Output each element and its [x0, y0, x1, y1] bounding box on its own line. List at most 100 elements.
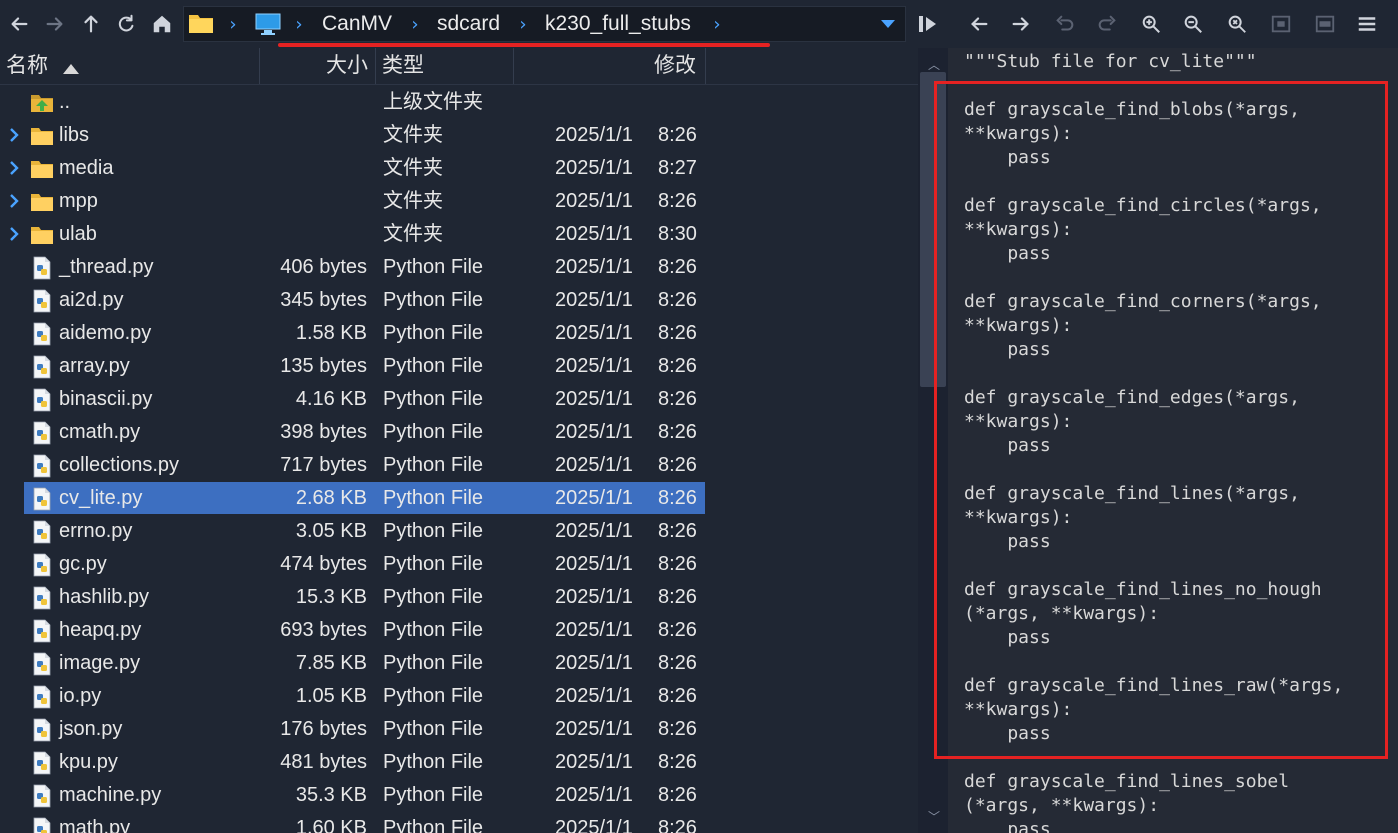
file-row[interactable]: array.py 135 bytes Python File 2025/1/1 8:26 — [0, 350, 918, 383]
folder-row[interactable]: libs 文件夹 2025/1/1 8:26 — [0, 119, 918, 152]
chevron-right-icon[interactable] — [6, 193, 22, 209]
folder-row[interactable]: ulab 文件夹 2025/1/1 8:30 — [0, 218, 918, 251]
column-modified[interactable]: 修改 — [654, 48, 696, 84]
file-row[interactable]: aidemo.py 1.58 KB Python File 2025/1/1 8:26 — [0, 317, 918, 350]
file-row[interactable]: json.py 176 bytes Python File 2025/1/1 8:26 — [0, 713, 918, 746]
file-row[interactable]: io.py 1.05 KB Python File 2025/1/1 8:26 — [0, 680, 918, 713]
file-size: 717 bytes — [280, 454, 367, 476]
modified-date: 2025/1/1 — [555, 520, 633, 542]
breadcrumb-item-k230-full-stubs[interactable]: k230_full_stubs — [545, 7, 691, 41]
file-row[interactable]: collections.py 717 bytes Python File 2025/1… — [0, 449, 918, 482]
up-icon[interactable] — [76, 8, 106, 40]
column-name[interactable]: 名称 — [6, 48, 48, 84]
sort-ascending-icon[interactable] — [63, 59, 79, 78]
zoom-reset-icon[interactable] — [1222, 10, 1252, 38]
redo-icon[interactable] — [1092, 10, 1122, 38]
folder-row[interactable]: media 文件夹 2025/1/1 8:27 — [0, 152, 918, 185]
folder-icon — [188, 12, 214, 34]
chevron-right-icon[interactable]: › — [224, 7, 242, 41]
chevron-right-icon[interactable]: › — [406, 7, 424, 41]
file-name: media — [59, 157, 114, 179]
toggle-preview-pane-icon[interactable] — [914, 8, 942, 40]
file-row[interactable]: errno.py 3.05 KB Python File 2025/1/1 8:26 — [0, 515, 918, 548]
file-row[interactable]: _thread.py 406 bytes Python File 2025/1/1 8:… — [0, 251, 918, 284]
modified-date: 2025/1/1 — [555, 817, 633, 833]
fit-page-icon[interactable] — [1266, 10, 1296, 38]
scroll-up-icon[interactable]: ︿ — [926, 56, 942, 72]
file-name: hashlib.py — [59, 586, 150, 608]
file-name: errno.py — [59, 520, 133, 542]
file-name: mpp — [59, 190, 98, 212]
scroll-down-icon[interactable]: ﹀ — [926, 808, 942, 824]
file-list: .. 上级文件夹 libs 文件夹 2025/1/1 8:26 media 文件夹 2025/1… — [0, 86, 918, 833]
home-icon[interactable] — [147, 8, 177, 40]
next-icon[interactable] — [1006, 10, 1036, 38]
file-type: Python File — [383, 355, 484, 377]
modified-time: 8:30 — [658, 223, 697, 245]
file-name: io.py — [59, 685, 102, 707]
column-type[interactable]: 类型 — [382, 48, 424, 84]
address-dropdown-icon[interactable] — [876, 7, 900, 41]
file-name: .. — [59, 91, 71, 113]
zoom-in-icon[interactable] — [1136, 10, 1166, 38]
computer-icon[interactable] — [254, 12, 282, 36]
file-row[interactable]: binascii.py 4.16 KB Python File 2025/1/1 8:2… — [0, 383, 918, 416]
chevron-right-icon[interactable]: › — [514, 7, 532, 41]
modified-date: 2025/1/1 — [555, 652, 633, 674]
column-size[interactable]: 大小 — [326, 48, 368, 84]
file-size: 2.68 KB — [295, 487, 367, 509]
file-name: _thread.py — [59, 256, 154, 278]
menu-icon[interactable] — [1352, 10, 1382, 38]
refresh-icon[interactable] — [111, 8, 141, 40]
python-file-icon — [30, 817, 54, 833]
breadcrumb-item-sdcard[interactable]: sdcard — [437, 7, 500, 41]
file-type: Python File — [383, 322, 484, 344]
modified-time: 8:26 — [658, 421, 697, 443]
file-type: 文件夹 — [383, 223, 443, 245]
file-row[interactable]: kpu.py 481 bytes Python File 2025/1/1 8:26 — [0, 746, 918, 779]
file-row[interactable]: cv_lite.py 2.68 KB Python File 2025/1/1 8:26 — [0, 482, 918, 515]
chevron-right-icon[interactable]: › — [290, 7, 308, 41]
folder-row[interactable]: mpp 文件夹 2025/1/1 8:26 — [0, 185, 918, 218]
file-row[interactable]: ai2d.py 345 bytes Python File 2025/1/1 8:26 — [0, 284, 918, 317]
breadcrumb-item-canmv[interactable]: CanMV — [322, 7, 392, 41]
parent-folder-row[interactable]: .. 上级文件夹 — [0, 86, 918, 119]
forward-icon[interactable] — [40, 8, 70, 40]
file-type: Python File — [383, 421, 484, 443]
file-row[interactable]: hashlib.py 15.3 KB Python File 2025/1/1 8:26 — [0, 581, 918, 614]
back-icon[interactable] — [4, 8, 34, 40]
file-row[interactable]: image.py 7.85 KB Python File 2025/1/1 8:26 — [0, 647, 918, 680]
file-type: 文件夹 — [383, 124, 443, 146]
python-file-icon — [30, 751, 54, 775]
chevron-right-icon[interactable]: › — [708, 7, 726, 41]
file-row[interactable]: gc.py 474 bytes Python File 2025/1/1 8:26 — [0, 548, 918, 581]
fit-width-icon[interactable] — [1310, 10, 1340, 38]
file-row[interactable]: math.py 1.60 KB Python File 2025/1/1 8:26 — [0, 812, 918, 833]
modified-date: 2025/1/1 — [555, 454, 633, 476]
file-name: image.py — [59, 652, 141, 674]
address-bar[interactable]: › › CanMV › sdcard › k230_full_stubs › — [183, 6, 906, 42]
navigation-toolbar: › › CanMV › sdcard › k230_full_stubs › — [0, 0, 948, 48]
column-header: 名称 大小 类型 修改 — [0, 48, 918, 85]
modified-date: 2025/1/1 — [555, 487, 633, 509]
modified-time: 8:26 — [658, 355, 697, 377]
python-file-icon — [30, 388, 54, 412]
prev-icon[interactable] — [964, 10, 994, 38]
file-name: math.py — [59, 817, 131, 833]
chevron-right-icon[interactable] — [6, 127, 22, 143]
file-name: gc.py — [59, 553, 107, 575]
python-file-icon — [30, 289, 54, 313]
file-row[interactable]: heapq.py 693 bytes Python File 2025/1/1 8:26 — [0, 614, 918, 647]
file-size — [240, 152, 367, 185]
file-size — [240, 86, 367, 119]
file-size: 4.16 KB — [295, 388, 367, 410]
python-file-icon — [30, 421, 54, 445]
zoom-out-icon[interactable] — [1178, 10, 1208, 38]
undo-icon[interactable] — [1050, 10, 1080, 38]
file-row[interactable]: cmath.py 398 bytes Python File 2025/1/1 8:26 — [0, 416, 918, 449]
chevron-right-icon[interactable] — [6, 160, 22, 176]
file-size: 176 bytes — [280, 718, 367, 740]
modified-time: 8:26 — [658, 124, 697, 146]
file-row[interactable]: machine.py 35.3 KB Python File 2025/1/1 8:26 — [0, 779, 918, 812]
chevron-right-icon[interactable] — [6, 226, 22, 242]
